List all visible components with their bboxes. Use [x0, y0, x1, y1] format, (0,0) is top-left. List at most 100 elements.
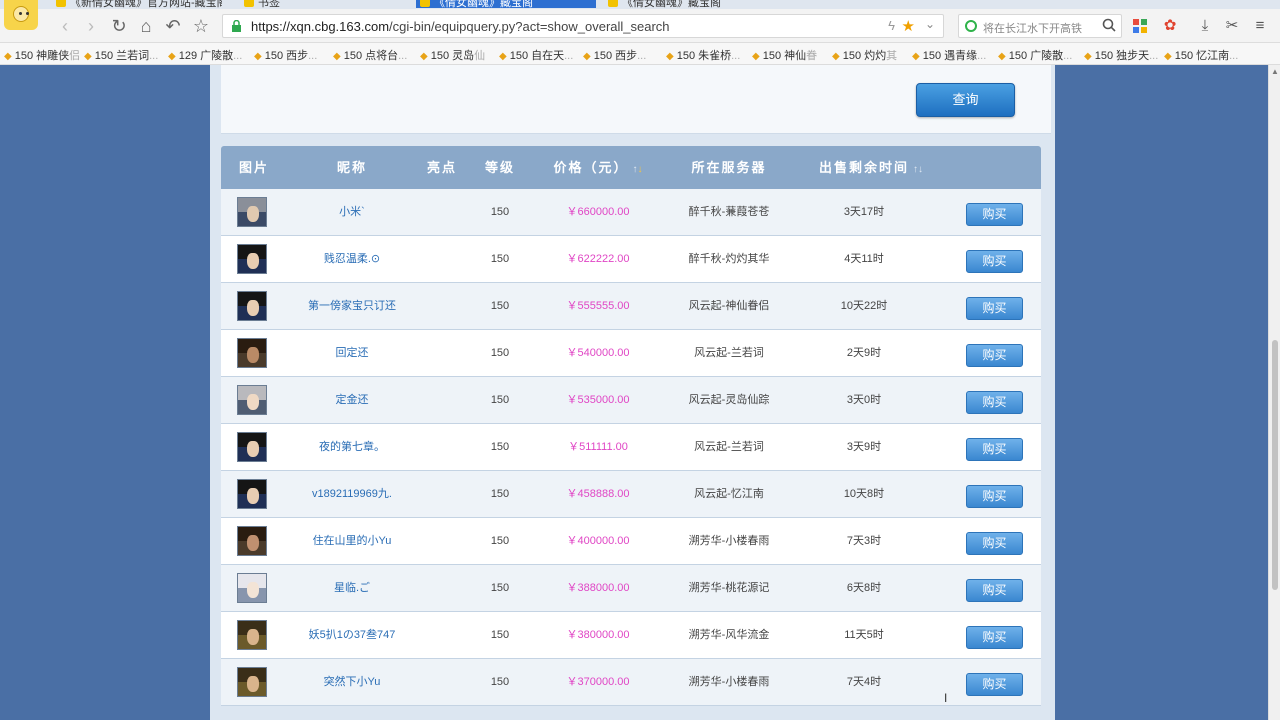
bookmark-icon: ◆ — [752, 51, 760, 62]
browser-tab[interactable]: 《倩女幽魂》藏宝阁 — [604, 0, 774, 8]
page-viewport: 查询 图片 昵称 亮点 等级 价格（元） ↑↓ 所在服务器 出售剩余时间 ↑↓ 小米… — [0, 65, 1280, 720]
reload-icon[interactable]: ↻ — [108, 15, 130, 37]
buy-button[interactable]: 购买 — [966, 438, 1023, 461]
character-portrait[interactable] — [237, 385, 267, 415]
buy-button[interactable]: 购买 — [966, 297, 1023, 320]
browser-tab[interactable]: 书签 — [240, 0, 400, 8]
price-cell: ￥622222.00 — [566, 253, 630, 265]
price-cell: ￥370000.00 — [566, 676, 630, 688]
level-cell: 150 — [490, 300, 510, 312]
buy-button[interactable]: 购买 — [966, 203, 1023, 226]
buy-button[interactable]: 购买 — [966, 626, 1023, 649]
nickname-link[interactable]: 贱忍温柔.⊙ — [287, 236, 417, 282]
query-button[interactable]: 查询 — [916, 83, 1015, 117]
nickname-link[interactable]: 回定还 — [287, 330, 417, 376]
user-avatar-icon[interactable] — [4, 0, 38, 30]
bookmark-item[interactable]: ◆ 150 神雕侠侣 — [4, 47, 80, 63]
bookmark-item[interactable]: ◆ 150 灼灼其 — [832, 47, 897, 63]
nickname-link[interactable]: 小米` — [287, 189, 417, 235]
bookmark-item[interactable]: ◆ 150 灵岛仙 — [420, 47, 485, 63]
character-portrait[interactable] — [237, 197, 267, 227]
nickname-link[interactable]: 妖5扒1の37叁747 — [287, 612, 417, 658]
buy-button[interactable]: 购买 — [966, 532, 1023, 555]
character-portrait[interactable] — [237, 620, 267, 650]
nickname-link[interactable]: 星临.ご — [287, 565, 417, 611]
game-controller-icon[interactable]: ✿ — [1160, 16, 1180, 36]
browser-tab[interactable]: 《新倩女幽魂》官方网站-藏宝阁 — [52, 0, 222, 8]
buy-button[interactable]: 购买 — [966, 344, 1023, 367]
sort-desc-icon[interactable]: ↓ — [638, 164, 643, 175]
header-price[interactable]: 价格（元） ↑↓ — [543, 146, 653, 189]
home-icon[interactable]: ⌂ — [135, 15, 157, 37]
character-image-cell — [221, 189, 287, 235]
character-portrait[interactable] — [237, 479, 267, 509]
search-form-panel: 查询 — [221, 65, 1051, 134]
character-image-cell — [221, 377, 287, 423]
character-portrait[interactable] — [237, 432, 267, 462]
nickname-link[interactable]: 住在山里的小Yu — [287, 518, 417, 564]
character-portrait[interactable] — [237, 244, 267, 274]
undo-icon[interactable]: ↶ — [162, 15, 184, 37]
tab-favicon-icon — [244, 0, 254, 7]
chevron-down-icon[interactable]: ⌄ — [925, 17, 935, 31]
server-cell: 风云起-忆江南 — [694, 488, 764, 500]
character-portrait[interactable] — [237, 526, 267, 556]
bookmark-item[interactable]: ◆ 150 点将台... — [333, 47, 407, 63]
bookmark-item[interactable]: ◆ 150 自在天... — [499, 47, 573, 63]
nickname-link[interactable]: 定金还 — [287, 377, 417, 423]
bookmark-item[interactable]: ◆ 150 广陵散... — [998, 47, 1072, 63]
nickname-link[interactable]: 第一傍家宝只订还 — [287, 283, 417, 329]
search-icon[interactable] — [1101, 17, 1117, 33]
bookmark-item[interactable]: ◆ 150 遇青缘... — [912, 47, 986, 63]
character-portrait[interactable] — [237, 338, 267, 368]
level-cell: 150 — [490, 253, 510, 265]
sort-desc-icon[interactable]: ↓ — [918, 164, 923, 175]
menu-icon[interactable]: ≡ — [1250, 16, 1270, 36]
bookmark-item[interactable]: ◆ 150 兰若词... — [84, 47, 158, 63]
apps-grid-icon[interactable] — [1130, 16, 1150, 36]
buy-button[interactable]: 购买 — [966, 485, 1023, 508]
buy-button[interactable]: 购买 — [966, 250, 1023, 273]
level-cell: 150 — [490, 347, 510, 359]
bookmark-item[interactable]: ◆ 150 神仙眷 — [752, 47, 817, 63]
bookmark-item[interactable]: ◆ 150 独步天... — [1084, 47, 1158, 63]
level-cell: 150 — [490, 206, 510, 218]
bookmark-item[interactable]: ◆ 150 朱雀桥... — [666, 47, 740, 63]
table-row: 第一傍家宝只订还 150 ￥555555.00 风云起-神仙眷侣 10天22时 … — [221, 283, 1041, 330]
search-input[interactable]: 将在长江水下开高铁 — [958, 14, 1122, 38]
back-icon[interactable]: ‹ — [54, 15, 76, 37]
table-row: 小米` 150 ￥660000.00 醉千秋-蒹葭苍苍 3天17时 购买 — [221, 189, 1041, 236]
cut-icon[interactable]: ✂ — [1222, 16, 1242, 36]
character-portrait[interactable] — [237, 573, 267, 603]
bookmark-item[interactable]: ◆ 129 广陵散... — [168, 47, 242, 63]
nickname-link[interactable]: 夜的第七章。 — [287, 424, 417, 470]
buy-button[interactable]: 购买 — [966, 391, 1023, 414]
bookmark-item[interactable]: ◆ 150 西步... — [254, 47, 317, 63]
favorite-star-icon[interactable]: ★ — [902, 17, 915, 35]
server-cell: 风云起-灵岛仙踪 — [688, 394, 770, 406]
price-cell: ￥535000.00 — [566, 394, 630, 406]
bookmark-item[interactable]: ◆ 150 西步... — [583, 47, 646, 63]
character-portrait[interactable] — [237, 291, 267, 321]
scroll-up-icon[interactable]: ▲ — [1271, 67, 1279, 76]
forward-icon[interactable]: › — [80, 15, 102, 37]
bookmark-icon: ◆ — [912, 51, 920, 62]
speed-mode-icon[interactable]: ϟ — [888, 18, 895, 33]
header-time-left[interactable]: 出售剩余时间 ↑↓ — [809, 146, 933, 189]
buy-button[interactable]: 购买 — [966, 673, 1023, 696]
character-image-cell — [221, 330, 287, 376]
vertical-scrollbar[interactable]: ▲ — [1268, 65, 1280, 720]
bookmark-item[interactable]: ◆ 150 忆江南... — [1164, 47, 1238, 63]
url-input[interactable]: https://xqn.cbg.163.com/cgi-bin/equipque… — [222, 14, 944, 38]
character-portrait[interactable] — [237, 667, 267, 697]
character-image-cell — [221, 424, 287, 470]
scrollbar-thumb[interactable] — [1272, 340, 1278, 590]
nickname-link[interactable]: 突然下小Yu — [287, 659, 417, 705]
buy-button[interactable]: 购买 — [966, 579, 1023, 602]
download-icon[interactable]: ⤓ — [1195, 16, 1215, 36]
bookmark-icon: ◆ — [333, 51, 341, 62]
browser-tab-active[interactable]: 《倩女幽魂》藏宝阁 — [416, 0, 596, 8]
nickname-link[interactable]: v1892119969九. — [287, 471, 417, 517]
bookmark-star-icon[interactable]: ☆ — [190, 15, 212, 37]
server-cell: 溯芳华-小楼春雨 — [688, 676, 770, 688]
